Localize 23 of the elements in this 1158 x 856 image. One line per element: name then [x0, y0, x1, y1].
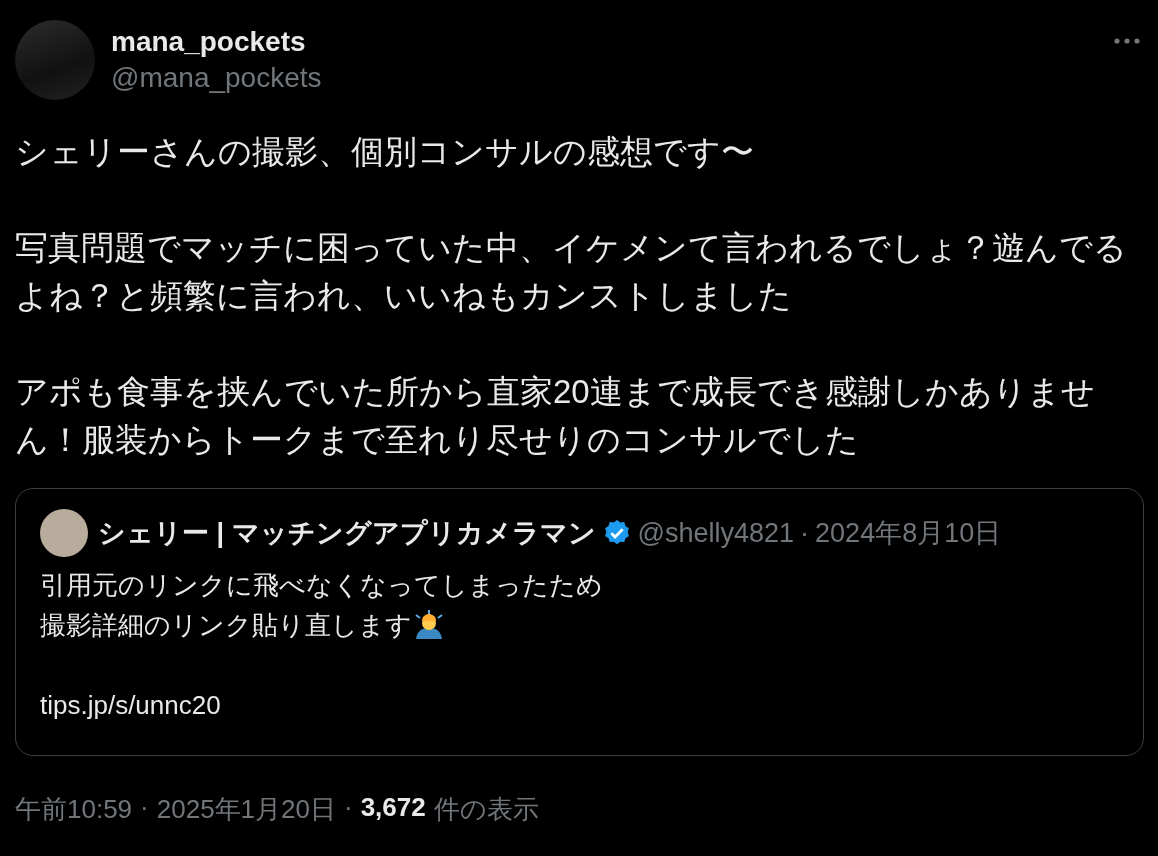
post-date[interactable]: 2025年1月20日 [156, 792, 336, 827]
link-text[interactable]: tips.jp/s/unnc20 [40, 685, 1119, 725]
view-count: 3,672 [360, 792, 426, 824]
views-label: 件の表示 [433, 793, 539, 826]
tweet-text: ん！服装からトークまで至れり尽せりのコンサルでした [15, 420, 860, 460]
separator-dot: · [344, 792, 353, 824]
quoted-text: 撮影詳細のリンク貼り直します [40, 609, 412, 642]
quoted-handle: @shelly4821 [637, 517, 795, 549]
tweet-text: 写真問題でマッチに困っていた中、イケメンて言われるでしょ？遊んでる [15, 228, 1128, 268]
author-name[interactable]: mana_pockets [111, 26, 322, 58]
quoted-tweet-card[interactable]: シェリー | マッチングアプリカメラマン @shelly4821 · 2024年8月10日 引用元のリンクに飛べなくなってしまったため 撮影詳細のリンク貼り直します tips.jp/s/unnc20 [15, 488, 1144, 756]
tweet-text: よね？と頻繁に言われ、いいねもカンストしました [15, 276, 793, 316]
tweet-text: シェリーさんの撮影、個別コンサルの感想です〜 [15, 132, 755, 172]
separator-dot: · [800, 517, 810, 549]
quoted-author-name: シェリー | マッチングアプリカメラマン [98, 517, 596, 550]
separator-dot: · [140, 792, 149, 824]
author-handle[interactable]: @mana_pockets [111, 62, 322, 94]
quoted-date: 2024年8月10日 [815, 517, 1002, 550]
quoted-text: 引用元のリンクに飛べなくなってしまったため [40, 569, 603, 602]
quoted-avatar-placeholder [40, 509, 88, 557]
more-options-icon[interactable] [1114, 38, 1140, 44]
post-time[interactable]: 午前10:59 [15, 792, 133, 827]
tweet-text: アポも食事を挟んでいた所から直家20連まで成長でき感謝しかありませ [15, 372, 1096, 412]
